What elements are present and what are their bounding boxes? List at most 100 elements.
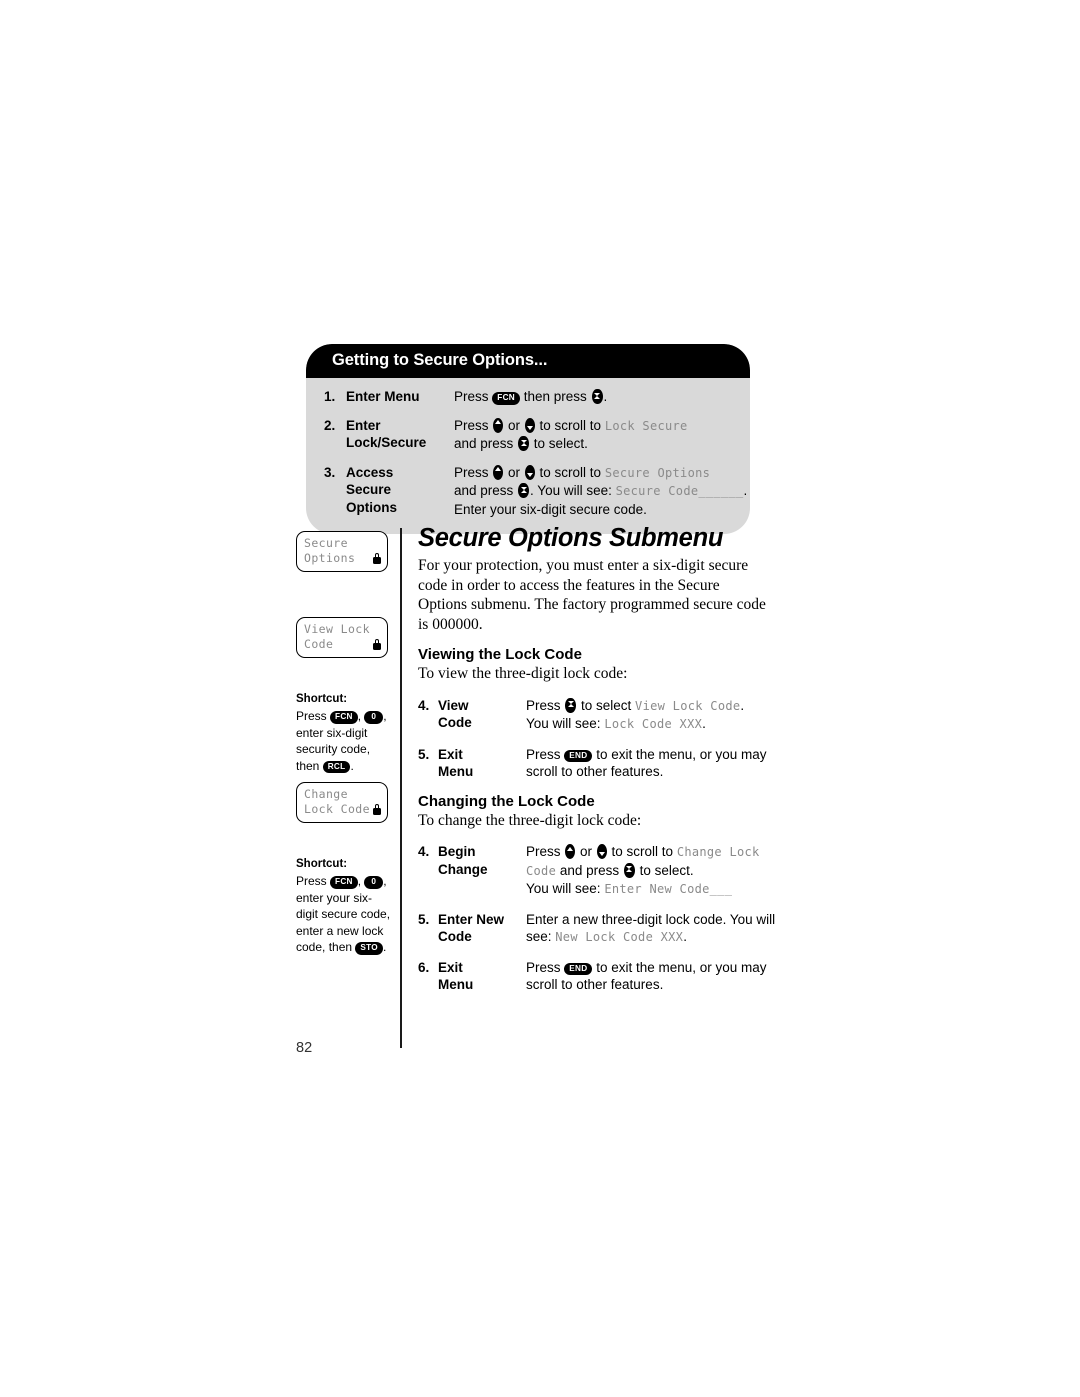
- step-instruction-line: Enter a new three-digit lock code. You w…: [526, 911, 776, 927]
- shortcut-title: Shortcut:: [296, 858, 348, 870]
- step-instruction: Press or to scroll to Change Lock Code an…: [526, 843, 768, 899]
- lcd-view-lock-code: View Lock Code: [296, 617, 388, 658]
- shortcut-body: Press FCN, 0, enter six-digit security c…: [296, 709, 387, 773]
- callout-step-label: Enter Menu: [346, 388, 454, 406]
- callout-step-label-line: Access: [346, 464, 394, 480]
- sections-container: Viewing the Lock Code To view the three-d…: [418, 646, 775, 994]
- lcd-line: Code: [304, 637, 381, 652]
- select-key-icon: [518, 436, 530, 451]
- step-label-line: Exit: [438, 959, 463, 975]
- callout-step-label-line: Enter: [346, 417, 381, 433]
- callout-step-instruction: Press or to scroll to Secure Options and …: [454, 464, 747, 519]
- step-label-line: View: [438, 697, 469, 713]
- step-instruction-line: scroll to other features.: [526, 764, 664, 779]
- step-label-line: Begin: [438, 844, 476, 859]
- step-label-line: Menu: [438, 764, 474, 779]
- shortcut-title: Shortcut:: [296, 693, 348, 705]
- shortcut-body: Press FCN, 0, enter your six-digit secur…: [296, 874, 391, 955]
- scroll-up-key-icon: [493, 464, 504, 480]
- callout-title: Getting to Secure Options...: [306, 344, 750, 378]
- lcd-display-text: Change Lock: [676, 845, 760, 859]
- select-key-icon: [565, 697, 577, 713]
- callout-step: 1. Enter Menu Press FCN then press .: [324, 388, 734, 406]
- fcn-key-icon: FCN: [492, 392, 520, 405]
- scroll-up-key-icon: [493, 417, 504, 433]
- step-instruction-line: Press to select View Lock Code.: [526, 697, 745, 713]
- lcd-line: Secure: [304, 536, 381, 551]
- step-label: View Code: [438, 697, 526, 732]
- main-content-column: Secure Options Submenu For your protecti…: [418, 524, 775, 1006]
- scroll-down-key-icon: [524, 464, 535, 480]
- lcd-display-text: Enter New Code___: [604, 882, 733, 896]
- end-key-icon: END: [564, 962, 593, 975]
- step-number: 5.: [418, 746, 430, 762]
- step-label: Exit Menu: [438, 746, 526, 781]
- callout-step-label: Access Secure Options: [346, 464, 454, 517]
- lcd-line-text: Options: [304, 551, 356, 565]
- step-label-line: Menu: [438, 977, 474, 992]
- scroll-down-key-icon: [524, 417, 535, 433]
- step-number: 5.: [418, 911, 430, 927]
- section-heading: Changing the Lock Code: [418, 792, 595, 810]
- step-instruction-line: You will see: Lock Code XXX.: [526, 716, 706, 731]
- callout-step-instruction-line: Press or to scroll to Lock Secure: [454, 417, 688, 433]
- callout-step-number: 3.: [324, 464, 336, 480]
- fcn-key-icon: FCN: [330, 711, 358, 724]
- step-label: Enter New Code: [438, 911, 526, 946]
- shortcut-view-lock-code: Shortcut: Press FCN, 0, enter six-digit s…: [296, 692, 392, 774]
- callout-step-instruction: Press FCN then press .: [454, 388, 734, 406]
- page-title: Secure Options Submenu: [418, 524, 724, 552]
- step-label-line: Enter New: [438, 911, 505, 927]
- callout-step-instruction-line: Enter your six-digit secure code.: [454, 501, 647, 517]
- select-key-icon: [518, 483, 530, 498]
- lcd-line: Change: [304, 787, 381, 802]
- section-lead-text: To change the three-digit lock code:: [418, 811, 642, 829]
- procedure-step: 6. Exit Menu Press END to exit the menu, or…: [418, 959, 768, 994]
- lcd-display-text: New Lock Code XXX: [555, 930, 684, 944]
- lcd-secure-options: Secure Options: [296, 531, 388, 572]
- step-label: Begin Change: [438, 843, 526, 878]
- rcl-key-icon: RCL: [322, 760, 351, 773]
- step-instruction: Enter a new three-digit lock code. You w…: [526, 911, 775, 947]
- left-margin-sidebar: Secure Options View Lock Code Shortcut: Press…: [296, 531, 394, 1011]
- step-instruction: Press to select View Lock Code. You will …: [526, 697, 768, 734]
- step-number: 4.: [418, 697, 430, 713]
- section-heading: Viewing the Lock Code: [418, 646, 582, 663]
- end-key-icon: END: [564, 749, 593, 762]
- callout-step-number: 2.: [324, 417, 336, 433]
- step-instruction-line: Press END to exit the menu, or you may: [526, 746, 767, 762]
- step-number: 4.: [418, 844, 430, 859]
- callout-step-label-line: Secure: [346, 482, 392, 497]
- step-instruction-line: see: New Lock Code XXX.: [526, 929, 687, 944]
- callout-step-instruction-line: Press or to scroll to Secure Options: [454, 464, 711, 480]
- scroll-down-key-icon: [596, 844, 607, 859]
- step-instruction: Press END to exit the menu, or you may sc…: [526, 959, 768, 994]
- fcn-key-icon: FCN: [330, 876, 358, 889]
- step-label-line: Exit: [438, 746, 463, 762]
- lcd-display-text: Lock Secure: [604, 418, 688, 433]
- procedure-step: 4. Begin Change Press or to scroll to Chang…: [418, 843, 768, 899]
- callout-step-number: 1.: [324, 389, 336, 404]
- callout-step-label-line: Enter Menu: [346, 389, 420, 404]
- lcd-display-text: Secure Options: [604, 465, 711, 480]
- lcd-display-text: Secure Code______: [615, 484, 744, 498]
- lock-icon: [373, 639, 381, 650]
- scroll-up-key-icon: [565, 844, 576, 859]
- section-lead-text: To view the three-digit lock code:: [418, 665, 628, 682]
- procedure-step: 4. View Code Press to select View Lock Code…: [418, 697, 768, 734]
- lcd-display-text: Lock Code XXX: [604, 717, 703, 731]
- lcd-display-text: Code: [526, 863, 557, 878]
- page-number: 82: [296, 1040, 313, 1056]
- callout-step-instruction-line: and press to select.: [454, 436, 588, 451]
- lcd-line-text: Lock Code: [304, 802, 370, 816]
- callout-step-instruction-line: Press FCN then press .: [454, 389, 608, 405]
- step-label-line: Code: [438, 929, 472, 944]
- step-instruction-line: Code and press to select.: [526, 862, 694, 878]
- lcd-line-text: Secure: [304, 536, 348, 550]
- shortcut-change-lock-code: Shortcut: Press FCN, 0, enter your six-di…: [296, 857, 392, 956]
- step-instruction-line: Press or to scroll to Change Lock: [526, 844, 760, 859]
- procedure-step: 5. Exit Menu Press END to exit the menu, or…: [418, 746, 768, 781]
- callout-step-instruction-line: and press . You will see: Secure Code___…: [454, 483, 748, 498]
- step-label: Exit Menu: [438, 959, 526, 994]
- lcd-line: Lock Code: [304, 802, 381, 817]
